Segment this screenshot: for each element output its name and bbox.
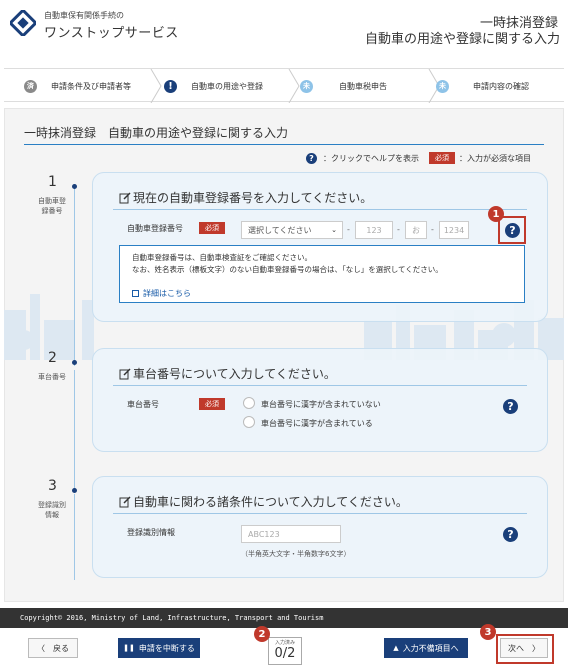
step-confirm: 未 申請内容の確認	[436, 69, 529, 103]
jump-to-invalid-button[interactable]: ▲ 入力不備項目へ	[384, 638, 468, 658]
separator: -	[397, 225, 400, 234]
help-icon[interactable]: ?	[503, 527, 518, 542]
section-label: 車台番号	[38, 373, 66, 381]
section-card-registration-id: 自動車に関わる諸条件について入力してください。 登録識別情報 ABC123 （半…	[92, 476, 548, 578]
chevron-right-icon	[288, 69, 300, 103]
section-label: 登録識別 情報	[38, 501, 66, 519]
annotation-marker: 1	[488, 206, 504, 222]
section-number: 1	[48, 174, 57, 190]
section-number: 3	[48, 478, 57, 494]
kana-input[interactable]: お	[405, 221, 427, 239]
external-link-icon	[132, 290, 139, 297]
legend: ? ：クリックでヘルプを表示 必須 ：入力が必須な項目	[306, 152, 531, 164]
chevron-down-icon: ⌄	[331, 226, 337, 234]
pause-icon: ❚❚	[123, 644, 135, 652]
step-vehicle-use: ! 自動車の用途や登録	[164, 69, 263, 103]
legend-help-text: ：クリックでヘルプを表示	[323, 153, 419, 163]
logo-icon	[10, 10, 36, 36]
card-divider	[113, 209, 527, 210]
edit-icon	[119, 495, 131, 507]
back-button[interactable]: 〈 戻る	[28, 638, 78, 658]
radio-label: 車台番号に漢字が含まれている	[261, 419, 373, 428]
header-title-line2: 自動車の用途や登録に関する入力	[364, 32, 560, 47]
radio-has-kanji[interactable]	[243, 416, 255, 428]
page-title: 一時抹消登録 自動車の用途や登録に関する入力	[24, 126, 289, 140]
step-label: 自動車の用途や登録	[191, 81, 263, 91]
separator: -	[431, 225, 434, 234]
help-icon: ?	[306, 152, 317, 164]
class-number-input[interactable]: 123	[355, 221, 393, 239]
radio-label: 車台番号に漢字が含まれていない	[261, 400, 381, 409]
counter-value: 0/2	[274, 646, 296, 661]
region-select[interactable]: 選択してください ⌄	[241, 221, 343, 239]
timeline-line	[74, 494, 75, 580]
section-label: 自動車登 録番号	[38, 197, 66, 215]
highlight-box	[496, 634, 554, 664]
card-title: 車台番号について入力してください。	[119, 365, 336, 382]
radio-no-kanji[interactable]	[243, 397, 255, 409]
header: 自動車保有関係手続の ワンストップサービス 一時抹消登録 自動車の用途や登録に関…	[0, 0, 568, 56]
annotation-marker: 3	[480, 624, 496, 640]
logo-title: ワンストップサービス	[44, 26, 179, 41]
timeline-dot	[72, 488, 77, 493]
card-divider	[113, 385, 527, 386]
step-vehicle-tax: 未 自動車税申告	[300, 69, 387, 103]
required-badge: 必須	[199, 222, 225, 234]
separator: -	[347, 225, 350, 234]
counter-label: 入力済み	[274, 640, 295, 646]
step-progress-bar: 済 申請条件及び申請者等 ! 自動車の用途や登録 未 自動車税申告 未 申請内容…	[4, 68, 564, 103]
info-text: なお、姓名表示（標板文字）のない自動車登録番号の場合は、「なし」を選択してくださ…	[132, 265, 443, 274]
check-icon: 済	[24, 79, 37, 93]
step-label: 申請内容の確認	[473, 81, 529, 91]
chevron-right-icon	[150, 69, 162, 103]
todo-icon: 未	[300, 79, 313, 93]
field-label: 登録識別情報	[127, 528, 175, 537]
title-divider	[24, 144, 544, 145]
timeline-line	[74, 370, 75, 490]
suspend-button[interactable]: ❚❚ 申請を中断する	[118, 638, 200, 658]
section-number: 2	[48, 350, 57, 366]
input-hint: （半角英大文字・半角数字6文字）	[241, 550, 351, 558]
help-icon[interactable]: ?	[503, 399, 518, 414]
chevron-up-icon: ▲	[393, 644, 399, 652]
info-box: 自動車登録番号は、自動車検査証をご確認ください。 なお、姓名表示（標板文字）のな…	[119, 245, 525, 303]
registration-id-input[interactable]: ABC123	[241, 525, 341, 543]
input-progress-counter: 入力済み 0/2	[268, 637, 302, 665]
step-applicant: 済 申請条件及び申請者等	[24, 69, 131, 103]
card-divider	[113, 513, 527, 514]
todo-icon: 未	[436, 79, 449, 93]
annotation-marker: 2	[254, 626, 270, 642]
edit-icon	[119, 191, 131, 203]
serial-number-input[interactable]: 1234	[439, 221, 469, 239]
timeline-dot	[72, 360, 77, 365]
step-label: 自動車税申告	[339, 81, 387, 91]
logo-subtitle: 自動車保有関係手続の	[44, 11, 124, 20]
field-label: 車台番号	[127, 400, 159, 409]
highlight-box	[498, 216, 526, 244]
card-title: 自動車に関わる諸条件について入力してください。	[119, 493, 408, 510]
card-title: 現在の自動車登録番号を入力してください。	[119, 189, 372, 206]
step-label: 申請条件及び申請者等	[51, 81, 131, 91]
edit-icon	[119, 367, 131, 379]
timeline-dot	[72, 184, 77, 189]
required-badge: 必須	[429, 152, 455, 164]
details-link[interactable]: 詳細はこちら	[132, 288, 191, 299]
field-label: 自動車登録番号	[127, 224, 183, 233]
exclamation-icon: !	[164, 79, 177, 93]
required-badge: 必須	[199, 398, 225, 410]
legend-required-text: ：入力が必須な項目	[459, 153, 531, 163]
timeline-line	[74, 186, 75, 366]
info-text: 自動車登録番号は、自動車検査証をご確認ください。	[132, 253, 312, 262]
section-card-registration-number: 現在の自動車登録番号を入力してください。 自動車登録番号 必須 選択してください…	[92, 172, 548, 322]
section-card-chassis-number: 車台番号について入力してください。 車台番号 必須 車台番号に漢字が含まれていな…	[92, 348, 548, 452]
